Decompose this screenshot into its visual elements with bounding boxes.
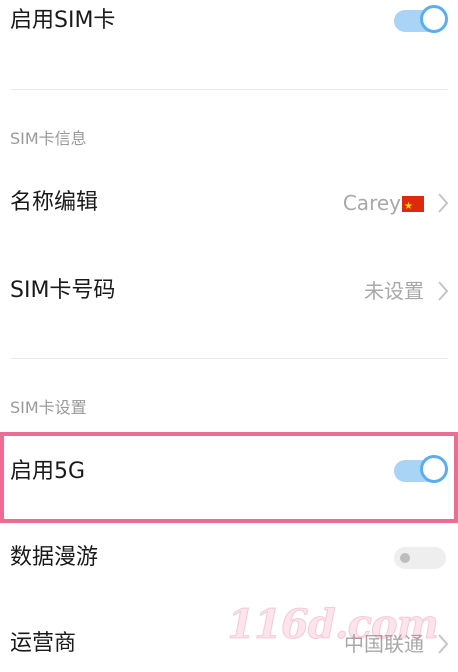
toggle-knob — [420, 5, 448, 33]
enable-5g-row[interactable]: 启用5G — [0, 440, 458, 512]
carrier-row[interactable]: 运营商 中国联通 — [0, 612, 458, 672]
sim-settings-section-header: SIM卡设置 — [10, 398, 87, 417]
chevron-right-icon — [438, 634, 449, 654]
sim-number-value: 未设置 — [364, 279, 424, 303]
carrier-value: 中国联通 — [344, 632, 424, 656]
toggle-knob — [420, 455, 448, 483]
toggle-knob — [400, 553, 410, 563]
chevron-right-icon — [438, 193, 449, 213]
divider — [10, 358, 448, 359]
sim-card-settings-screen: 启用SIM卡 SIM卡信息 名称编辑 Carey SIM卡号码 未设置 SIM卡… — [0, 0, 458, 672]
divider — [10, 89, 448, 90]
carrier-label: 运营商 — [10, 631, 77, 656]
data-roaming-toggle[interactable] — [394, 543, 446, 573]
enable-sim-row[interactable]: 启用SIM卡 — [0, 0, 458, 60]
enable-5g-toggle[interactable] — [394, 455, 448, 486]
sim-number-label: SIM卡号码 — [10, 278, 116, 303]
sim-name-value: Carey — [342, 189, 424, 221]
sim-name-text: Carey — [342, 191, 401, 215]
sim-number-row[interactable]: SIM卡号码 未设置 — [0, 260, 458, 322]
enable-5g-label: 启用5G — [10, 459, 86, 484]
enable-sim-label: 启用SIM卡 — [10, 8, 116, 33]
sim-info-section-header: SIM卡信息 — [10, 129, 87, 148]
enable-sim-toggle[interactable] — [394, 5, 448, 36]
name-edit-label: 名称编辑 — [10, 190, 99, 215]
chevron-right-icon — [438, 281, 449, 301]
name-edit-row[interactable]: 名称编辑 Carey — [0, 172, 458, 234]
data-roaming-label: 数据漫游 — [10, 545, 99, 570]
data-roaming-row[interactable]: 数据漫游 — [0, 530, 458, 592]
china-flag-icon — [402, 193, 424, 221]
